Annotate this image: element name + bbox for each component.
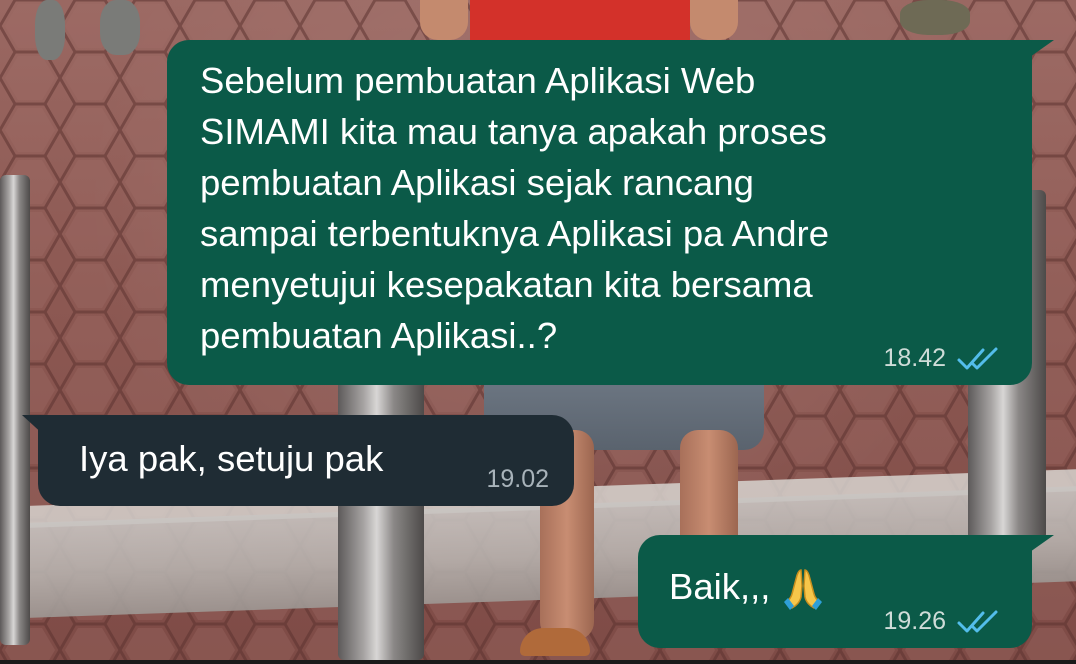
outgoing-message[interactable]: Baik,,, 19.26 bbox=[638, 535, 1032, 648]
double-check-read-icon bbox=[957, 347, 998, 369]
left-arm bbox=[420, 0, 468, 40]
red-shirt bbox=[470, 0, 690, 40]
message-meta: 19.26 bbox=[883, 607, 1002, 636]
passerby-legs bbox=[900, 0, 970, 35]
passerby-legs bbox=[100, 0, 140, 55]
message-text: Baik,,, bbox=[669, 566, 771, 607]
message-meta: 18.42 bbox=[883, 344, 1002, 373]
folded-hands-emoji bbox=[784, 568, 823, 610]
message-text-row: Baik,,, bbox=[669, 561, 826, 612]
bottom-edge bbox=[0, 660, 1076, 664]
outgoing-message[interactable]: Sebelum pembuatan Aplikasi Web SIMAMI ki… bbox=[167, 40, 1032, 385]
message-text: Sebelum pembuatan Aplikasi Web SIMAMI ki… bbox=[200, 60, 830, 356]
incoming-message[interactable]: Iya pak, setuju pak 19.02 bbox=[38, 415, 574, 506]
double-check-read-icon bbox=[957, 610, 998, 632]
message-time: 18.42 bbox=[883, 344, 946, 372]
message-time: 19.26 bbox=[883, 607, 946, 635]
bollard bbox=[0, 175, 30, 645]
message-text: Iya pak, setuju pak bbox=[79, 438, 384, 479]
sandal bbox=[520, 628, 590, 656]
message-time: 19.02 bbox=[486, 465, 549, 493]
passerby-legs bbox=[35, 0, 65, 60]
message-meta: 19.02 bbox=[486, 465, 549, 494]
right-arm bbox=[690, 0, 738, 40]
